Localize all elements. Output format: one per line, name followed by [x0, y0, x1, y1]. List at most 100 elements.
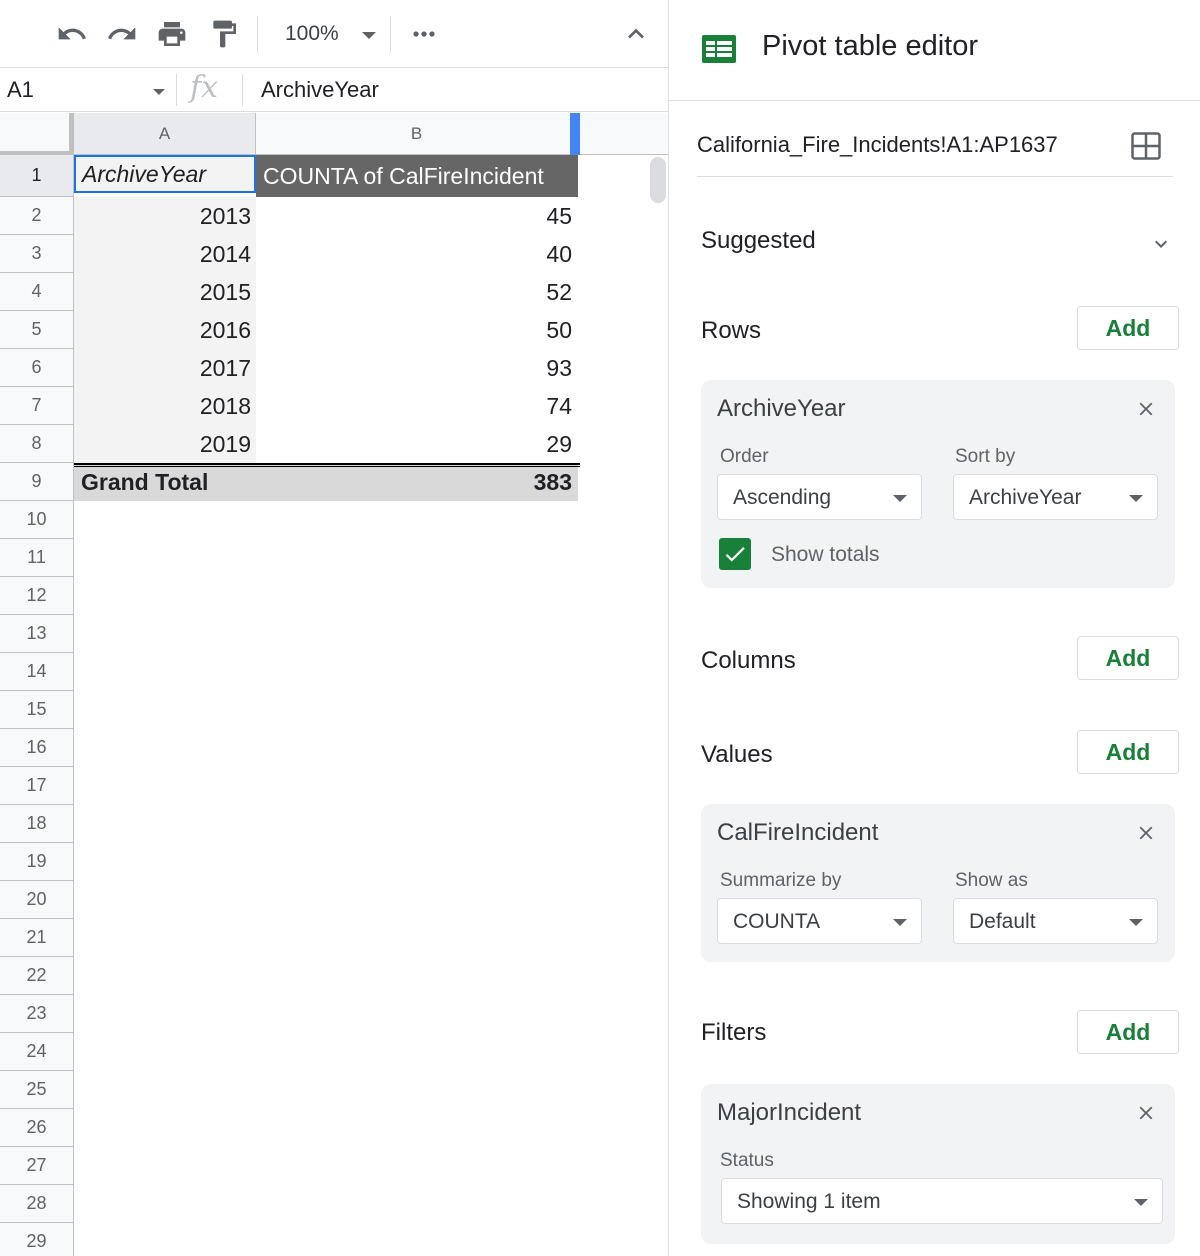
more-button[interactable]: [406, 14, 442, 54]
toolbar: 100%: [0, 0, 668, 68]
row-header[interactable]: 22: [0, 957, 74, 995]
rows-add-button[interactable]: Add: [1077, 306, 1179, 350]
grand-total-value[interactable]: 383: [256, 463, 578, 501]
column-resize-handle[interactable]: [570, 113, 580, 155]
chevron-down-icon[interactable]: [1149, 232, 1173, 256]
row-header[interactable]: 24: [0, 1033, 74, 1071]
pivot-count-cell[interactable]: 50: [256, 311, 578, 349]
pivot-count-cell[interactable]: 40: [256, 235, 578, 273]
editor-title: Pivot table editor: [762, 30, 979, 62]
row-header[interactable]: 27: [0, 1147, 74, 1185]
values-label: Values: [701, 741, 773, 768]
close-icon[interactable]: [1135, 398, 1157, 420]
zoom-select[interactable]: 100%: [270, 14, 382, 54]
pivot-year-cell[interactable]: 2016: [74, 311, 256, 349]
filters-add-button[interactable]: Add: [1077, 1010, 1179, 1054]
row-header[interactable]: 19: [0, 843, 74, 881]
toolbar-divider: [257, 16, 258, 52]
pivot-year-cell[interactable]: 2017: [74, 349, 256, 387]
redo-button[interactable]: [104, 14, 140, 54]
row-header[interactable]: 16: [0, 729, 74, 767]
row-header[interactable]: 6: [0, 349, 74, 387]
more-horiz-icon: [413, 31, 435, 37]
row-header[interactable]: 15: [0, 691, 74, 729]
name-box[interactable]: A1: [0, 68, 175, 112]
pivot-year-cell[interactable]: 2015: [74, 273, 256, 311]
collapse-toolbar-button[interactable]: [618, 14, 654, 54]
pivot-year-cell[interactable]: 2014: [74, 235, 256, 273]
grand-total-label[interactable]: Grand Total: [74, 463, 256, 501]
row-header[interactable]: 4: [0, 273, 74, 311]
row-header[interactable]: 18: [0, 805, 74, 843]
data-range-input[interactable]: California_Fire_Incidents!A1:AP1637: [697, 132, 1058, 158]
formula-input[interactable]: ArchiveYear: [261, 77, 379, 103]
row-header[interactable]: 1: [0, 155, 74, 197]
row-header[interactable]: 11: [0, 539, 74, 577]
summarize-by-select[interactable]: COUNTA: [717, 898, 922, 944]
show-as-select[interactable]: Default: [953, 898, 1158, 944]
filters-field-name: MajorIncident: [717, 1099, 862, 1126]
values-add-button[interactable]: Add: [1077, 730, 1179, 774]
pivot-year-cell[interactable]: 2018: [74, 387, 256, 425]
paint-format-button[interactable]: [206, 14, 242, 54]
pivot-value-header[interactable]: COUNTA of CalFireIncident: [256, 155, 578, 197]
row-header[interactable]: 20: [0, 881, 74, 919]
row-header[interactable]: 23: [0, 995, 74, 1033]
paint-roller-icon: [213, 20, 236, 48]
row-header[interactable]: 28: [0, 1185, 74, 1223]
zoom-value: 100%: [285, 22, 339, 45]
columns-add-button[interactable]: Add: [1077, 636, 1179, 680]
caret-down-icon: [1129, 495, 1143, 502]
pivot-row-header[interactable]: ArchiveYear: [74, 155, 256, 193]
row-header[interactable]: 2: [0, 197, 74, 235]
vertical-scrollbar[interactable]: [650, 157, 666, 203]
row-header[interactable]: 10: [0, 501, 74, 539]
pivot-count-cell[interactable]: 93: [256, 349, 578, 387]
pivot-table-editor: Pivot table editor California_Fire_Incid…: [668, 0, 1200, 1256]
row-header[interactable]: 14: [0, 653, 74, 691]
close-icon[interactable]: [1135, 822, 1157, 844]
fx-icon: fx: [190, 70, 219, 105]
formula-bar: A1 fx ArchiveYear: [0, 68, 668, 112]
row-header[interactable]: 25: [0, 1071, 74, 1109]
select-range-icon[interactable]: [1131, 132, 1161, 160]
summarize-by-label: Summarize by: [720, 870, 842, 891]
pivot-count-cell[interactable]: 52: [256, 273, 578, 311]
toolbar-divider: [390, 16, 391, 52]
caret-down-icon: [1129, 919, 1143, 926]
pivot-count-cell[interactable]: 45: [256, 197, 578, 235]
filters-field-card: MajorIncident Status Showing 1 item: [701, 1084, 1175, 1244]
undo-button[interactable]: [54, 14, 90, 54]
pivot-count-cell[interactable]: 29: [256, 425, 578, 463]
row-header[interactable]: 7: [0, 387, 74, 425]
order-select[interactable]: Ascending: [717, 474, 922, 520]
sort-by-select[interactable]: ArchiveYear: [953, 474, 1158, 520]
row-header[interactable]: 5: [0, 311, 74, 349]
row-header[interactable]: 12: [0, 577, 74, 615]
row-header[interactable]: 29: [0, 1223, 74, 1256]
sheets-table-icon: [702, 35, 736, 63]
formula-divider: [242, 74, 243, 106]
pivot-year-cell[interactable]: 2019: [74, 425, 256, 463]
pivot-count-cell[interactable]: 74: [256, 387, 578, 425]
select-all-corner[interactable]: [0, 113, 74, 155]
caret-down-icon: [893, 495, 907, 502]
row-header[interactable]: 9: [0, 463, 74, 501]
row-header[interactable]: 3: [0, 235, 74, 273]
row-header[interactable]: 8: [0, 425, 74, 463]
column-header-c[interactable]: [578, 113, 668, 155]
close-icon[interactable]: [1135, 1102, 1157, 1124]
print-icon: [158, 22, 186, 46]
column-header-a[interactable]: A: [74, 113, 256, 155]
status-select[interactable]: Showing 1 item: [721, 1178, 1163, 1224]
row-header[interactable]: 13: [0, 615, 74, 653]
show-totals-checkbox[interactable]: [719, 538, 751, 570]
suggested-label[interactable]: Suggested: [701, 227, 816, 255]
show-totals-label: Show totals: [771, 543, 880, 566]
row-header[interactable]: 26: [0, 1109, 74, 1147]
row-header[interactable]: 21: [0, 919, 74, 957]
pivot-year-cell[interactable]: 2013: [74, 197, 256, 235]
row-header[interactable]: 17: [0, 767, 74, 805]
print-button[interactable]: [154, 14, 190, 54]
column-header-b[interactable]: B: [256, 113, 578, 155]
